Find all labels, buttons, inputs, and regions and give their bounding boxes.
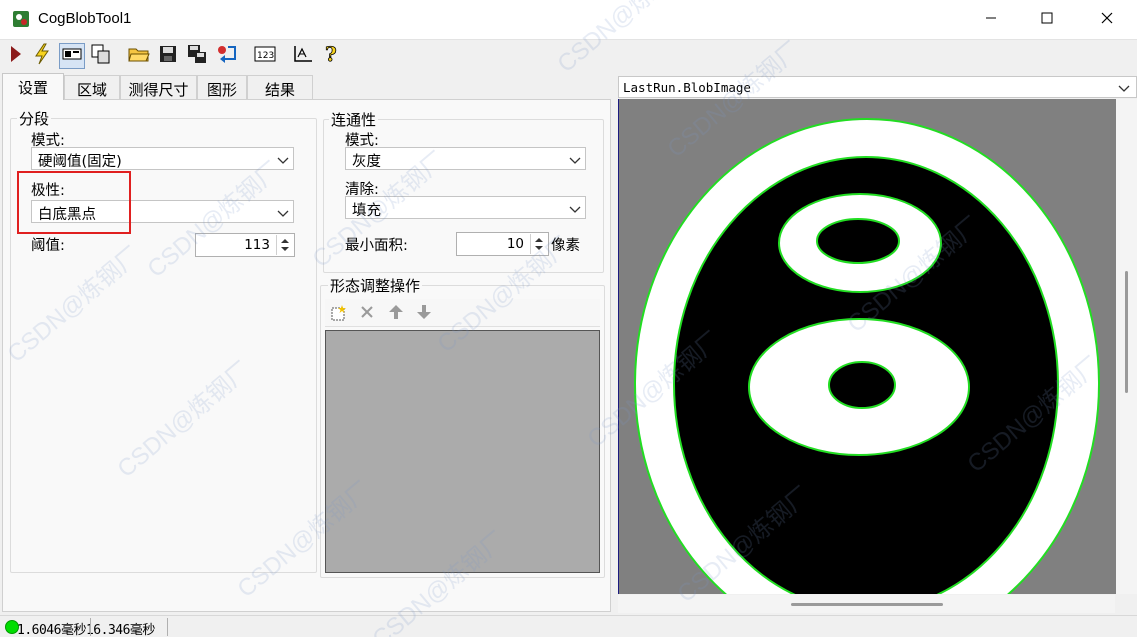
connectivity-mode-select[interactable]: 灰度	[345, 147, 586, 170]
copy-icon	[91, 44, 111, 68]
numeric-button[interactable]: 123	[252, 43, 278, 69]
measure-icon	[292, 44, 314, 68]
min-area-input[interactable]: 10	[456, 232, 549, 256]
vertical-scrollbar[interactable]	[1116, 99, 1137, 594]
image-view-icon	[62, 46, 82, 66]
min-area-unit: 像素	[551, 238, 580, 254]
maximize-icon	[1041, 12, 1053, 28]
threshold-value: 113	[244, 237, 270, 253]
segmentation-mode-select[interactable]: 硬阈值(固定)	[31, 147, 294, 170]
save-icon	[159, 45, 177, 67]
delete-icon[interactable]	[360, 305, 374, 323]
reset-icon	[216, 44, 238, 68]
close-icon	[1101, 12, 1113, 28]
chevron-down-icon	[277, 207, 289, 217]
tab-graphics[interactable]: 图形	[197, 75, 247, 99]
polarity-highlight-box	[17, 171, 131, 234]
chevron-down-icon	[569, 154, 581, 164]
run-button[interactable]	[3, 43, 29, 69]
min-area-label: 最小面积:	[345, 238, 408, 254]
threshold-input[interactable]: 113	[195, 233, 295, 257]
title-bar: CogBlobTool1	[0, 0, 1137, 40]
save-as-button[interactable]	[184, 43, 210, 69]
morphology-toolbar	[325, 299, 600, 327]
tab-results[interactable]: 结果	[247, 75, 313, 99]
image-display[interactable]	[618, 99, 1116, 637]
minimize-icon	[985, 12, 997, 28]
min-area-value: 10	[506, 236, 524, 252]
toolbar: 123 ?	[0, 40, 1137, 72]
move-down-icon[interactable]	[416, 304, 432, 324]
segmentation-group-label: 分段	[17, 108, 52, 129]
image-view-button[interactable]	[59, 43, 85, 69]
app-icon	[12, 10, 30, 28]
measure-button[interactable]	[290, 43, 316, 69]
save-button[interactable]	[155, 43, 181, 69]
morphology-operations-list[interactable]	[325, 330, 600, 573]
window-title: CogBlobTool1	[38, 10, 132, 27]
horizontal-scrollbar[interactable]	[618, 595, 1115, 613]
segmentation-mode-value: 硬阈值(固定)	[38, 154, 122, 170]
tab-measurements[interactable]: 测得尺寸	[120, 75, 197, 99]
electric-button[interactable]	[29, 43, 55, 69]
svg-text:123: 123	[257, 51, 274, 61]
help-button[interactable]: ?	[318, 42, 344, 69]
threshold-label: 阈值:	[31, 238, 65, 254]
lightning-icon	[33, 43, 51, 69]
connectivity-mode-value: 灰度	[352, 154, 381, 170]
save-as-icon	[187, 44, 207, 68]
close-button[interactable]	[1078, 0, 1136, 40]
status-divider	[90, 618, 91, 636]
numeric-icon: 123	[254, 45, 276, 67]
blob-image	[619, 99, 1116, 637]
connectivity-group-label: 连通性	[329, 109, 379, 130]
min-area-stepper[interactable]	[530, 234, 546, 254]
chevron-down-icon	[569, 203, 581, 213]
copy-button[interactable]	[88, 43, 114, 69]
reset-button[interactable]	[214, 43, 240, 69]
tab-settings[interactable]: 设置	[2, 73, 64, 100]
clear-value: 填充	[352, 203, 381, 219]
status-bar: 1.6046毫秒16.346毫秒	[0, 615, 1137, 637]
status-divider	[167, 618, 168, 636]
clear-select[interactable]: 填充	[345, 196, 586, 219]
open-folder-icon	[128, 45, 150, 67]
horizontal-scroll-thumb[interactable]	[791, 603, 943, 606]
open-button[interactable]	[126, 43, 152, 69]
add-icon[interactable]	[330, 304, 348, 326]
maximize-button[interactable]	[1018, 0, 1076, 40]
chevron-down-icon	[277, 154, 289, 164]
image-source-select[interactable]: LastRun.BlobImage	[618, 76, 1137, 98]
svg-text:?: ?	[325, 43, 337, 65]
morphology-group-label: 形态调整操作	[328, 275, 423, 296]
minimize-button[interactable]	[962, 0, 1020, 40]
run-icon	[9, 44, 23, 68]
tab-region[interactable]: 区域	[64, 75, 120, 99]
threshold-stepper[interactable]	[276, 235, 292, 255]
status-timing: 1.6046毫秒16.346毫秒	[17, 623, 155, 637]
image-source-value: LastRun.BlobImage	[623, 80, 751, 95]
help-icon: ?	[323, 42, 339, 69]
move-up-icon[interactable]	[388, 304, 404, 324]
vertical-scroll-thumb[interactable]	[1125, 271, 1128, 393]
chevron-down-icon	[1118, 82, 1130, 97]
